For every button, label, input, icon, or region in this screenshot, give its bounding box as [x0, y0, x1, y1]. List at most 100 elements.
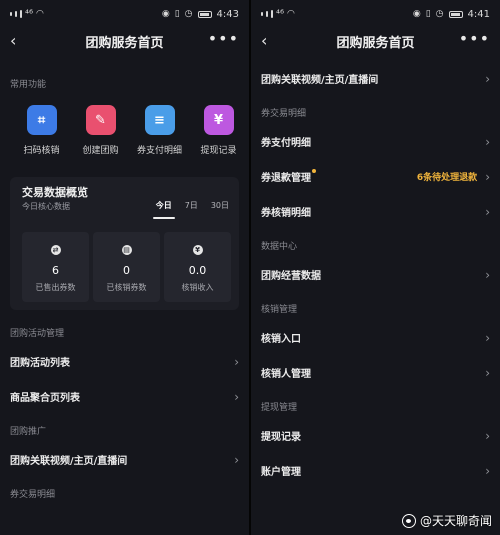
carrier-label: ⁴⁶ — [276, 8, 285, 20]
list-item-redeem-entry[interactable]: 核销入口 › — [251, 320, 500, 355]
right-screen: ⁴⁶ ◠ ◉ ▯ ◷ 4:41 ‹ 团购服务首页 ••• 团购关联视频/主页/直… — [251, 0, 500, 535]
left-screen: ⁴⁶ ◠ ◉ ▯ ◷ 4:43 ‹ 团购服务首页 ••• 常用功能 ⌗ 扫码核销… — [0, 0, 249, 535]
stat-value: 0.0 — [188, 264, 207, 277]
section-label-promotion: 团购推广 — [10, 426, 47, 437]
more-icon[interactable]: ••• — [459, 29, 490, 48]
scan-icon: ⌗ — [26, 105, 57, 135]
withdraw-icon: ¥ — [203, 105, 234, 135]
quick-actions: ⌗ 扫码核销 ✎ 创建团购 ≡ 券支付明细 ¥ 提现记录 — [0, 105, 249, 156]
section-label-data-center: 数据中心 — [261, 241, 298, 252]
quick-item-payment-details[interactable]: ≡ 券支付明细 — [130, 105, 189, 156]
stat-label: 核销收入 — [181, 283, 214, 292]
row-label: 团购经营数据 — [261, 271, 321, 282]
chevron-right-icon: › — [485, 169, 490, 184]
row-label: 商品聚合页列表 — [10, 393, 80, 404]
vibrate-icon: ▯ — [425, 9, 431, 19]
tab-30d[interactable]: 30日 — [211, 200, 229, 211]
list-item-activity-list[interactable]: 团购活动列表 › — [0, 344, 249, 379]
alarm-icon: ◷ — [435, 9, 444, 19]
pending-refund-note: 6条待处理退款 — [416, 173, 478, 183]
chevron-right-icon: › — [485, 330, 490, 345]
paw-icon — [401, 513, 416, 528]
section-label-withdraw-management: 提现管理 — [261, 402, 298, 413]
watermark: @天天聊奇闻 — [401, 512, 492, 529]
battery-icon — [197, 10, 212, 18]
yen-icon: ¥ — [192, 245, 203, 255]
quick-item-label: 提现记录 — [200, 146, 237, 156]
row-label: 核销人管理 — [261, 369, 311, 380]
row-label: 账户管理 — [261, 467, 301, 478]
quick-item-scan[interactable]: ⌗ 扫码核销 — [12, 105, 71, 156]
chevron-right-icon: › — [234, 389, 239, 404]
vibrate-icon: ▯ — [174, 9, 180, 19]
row-label: 券核销明细 — [261, 208, 311, 219]
row-label: 提现记录 — [261, 432, 301, 443]
status-bar: ⁴⁶ ◠ ◉ ▯ ◷ 4:43 — [0, 0, 249, 28]
chevron-right-icon: › — [485, 71, 490, 86]
chevron-right-icon: › — [234, 354, 239, 369]
back-icon[interactable]: ‹ — [261, 31, 267, 50]
quick-item-label: 创建团购 — [82, 146, 119, 156]
battery-icon — [448, 10, 463, 18]
stat-value: 0 — [123, 264, 130, 277]
list-item-linked-video[interactable]: 团购关联视频/主页/直播间 › — [0, 442, 249, 477]
section-label-coupon-trade: 券交易明细 — [261, 108, 307, 119]
carrier-label: ⁴⁶ — [25, 8, 34, 20]
tab-7d[interactable]: 7日 — [185, 200, 198, 211]
stat-label: 已核销券数 — [106, 283, 147, 292]
list-item-redeemer-management[interactable]: 核销人管理 › — [251, 355, 500, 390]
section-label-common: 常用功能 — [10, 80, 47, 90]
quick-item-label: 券支付明细 — [136, 146, 182, 156]
list-icon: ≡ — [144, 105, 175, 135]
chevron-right-icon: › — [485, 267, 490, 282]
stat-sold: ⇄ 6 已售出券数 — [22, 232, 89, 302]
coupon-icon: ⇄ — [50, 245, 61, 255]
chevron-right-icon: › — [485, 134, 490, 149]
trade-overview-card: 交易数据概览 今日核心数据 今日 7日 30日 ⇄ 6 已售出券数 ▤ 0 已核… — [10, 177, 239, 310]
list-item-withdraw-records[interactable]: 提现记录 › — [251, 418, 500, 453]
list-item-aggregate-page[interactable]: 商品聚合页列表 › — [0, 379, 249, 414]
signal-icon — [261, 10, 273, 18]
section-label-redeem-management: 核销管理 — [261, 304, 298, 315]
more-icon[interactable]: ••• — [208, 29, 239, 48]
stat-label: 已售出券数 — [35, 283, 76, 292]
row-label: 券退款管理 — [261, 173, 311, 184]
clipboard-icon: ▤ — [121, 245, 132, 255]
stats-row: ⇄ 6 已售出券数 ▤ 0 已核销券数 ¥ 0.0 核销收入 — [22, 232, 231, 302]
nav-bar: ‹ 团购服务首页 ••• — [0, 28, 249, 54]
card-subtitle: 今日核心数据 — [22, 202, 70, 211]
section-label-coupon-trade: 券交易明细 — [10, 489, 56, 500]
card-title: 交易数据概览 — [22, 186, 88, 199]
chevron-right-icon: › — [234, 452, 239, 467]
list-item-redeem-details[interactable]: 券核销明细 › — [251, 194, 500, 229]
list-item-linked-video[interactable]: 团购关联视频/主页/直播间 › — [251, 61, 500, 96]
period-tabs: 今日 7日 30日 — [152, 200, 229, 219]
list-item-business-data[interactable]: 团购经营数据 › — [251, 257, 500, 292]
tab-today[interactable]: 今日 — [152, 200, 175, 219]
section-label-activity: 团购活动管理 — [10, 328, 65, 339]
eye-icon: ◉ — [412, 9, 421, 19]
quick-item-withdraw[interactable]: ¥ 提现记录 — [189, 105, 248, 156]
chevron-right-icon: › — [485, 428, 490, 443]
notification-dot — [312, 168, 316, 173]
wifi-icon: ◠ — [287, 9, 295, 19]
create-icon: ✎ — [85, 105, 116, 135]
row-label: 团购关联视频/主页/直播间 — [10, 456, 128, 467]
watermark-text: @天天聊奇闻 — [419, 514, 492, 528]
quick-item-create[interactable]: ✎ 创建团购 — [71, 105, 130, 156]
stat-value: 6 — [52, 264, 59, 277]
signal-icon — [10, 10, 22, 18]
chevron-right-icon: › — [485, 365, 490, 380]
alarm-icon: ◷ — [184, 9, 193, 19]
back-icon[interactable]: ‹ — [10, 31, 16, 50]
wifi-icon: ◠ — [36, 9, 44, 19]
status-time: 4:41 — [467, 8, 490, 20]
list-item-refund-management[interactable]: 券退款管理 6条待处理退款 › — [251, 159, 500, 194]
row-label: 券支付明细 — [261, 138, 311, 149]
list-item-account-management[interactable]: 账户管理 › — [251, 453, 500, 488]
list-item-payment-details[interactable]: 券支付明细 › — [251, 124, 500, 159]
chevron-right-icon: › — [485, 463, 490, 478]
status-time: 4:43 — [216, 8, 239, 20]
nav-bar: ‹ 团购服务首页 ••• — [251, 28, 500, 54]
row-label: 团购关联视频/主页/直播间 — [261, 75, 379, 86]
